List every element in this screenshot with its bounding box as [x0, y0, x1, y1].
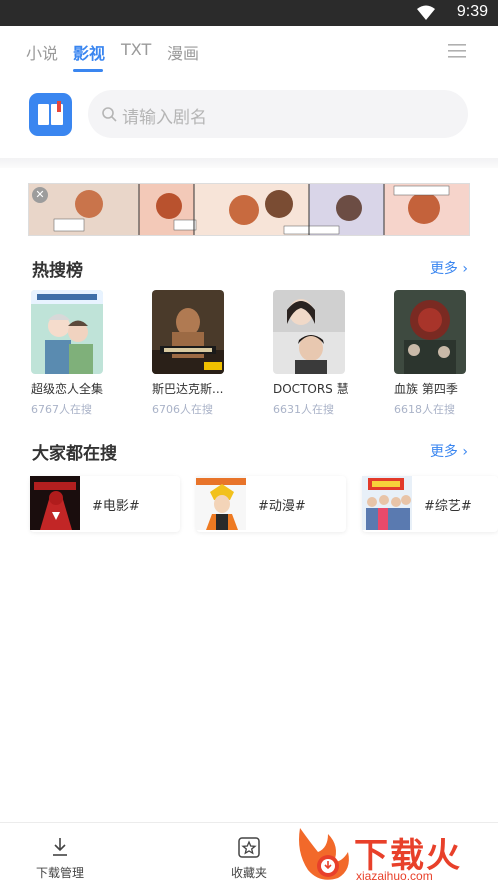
tag-label: #动漫# [258, 499, 306, 514]
banner-comic-image [29, 184, 469, 235]
nav-download-manager[interactable]: 下载管理 [0, 823, 120, 885]
hot-item-title: 斯巴达克斯... [152, 382, 224, 396]
hot-item-cover [152, 290, 224, 374]
hot-item-count: 6706人在搜 [152, 403, 213, 416]
tab-video[interactable]: 影视 [73, 40, 105, 64]
nav-favorites[interactable]: 收藏夹 [189, 823, 309, 885]
tag-label: #综艺# [424, 499, 472, 514]
active-tab-indicator [73, 69, 103, 72]
hot-item-count: 6631人在搜 [273, 403, 334, 416]
hot-item-title: DOCTORS 慧 [273, 382, 349, 396]
status-time: 9:39 [456, 3, 488, 20]
tab-novel[interactable]: 小说 [26, 40, 58, 64]
hot-item-cover [31, 290, 103, 374]
tag-card-variety[interactable]: #综艺# [362, 476, 498, 532]
everyone-searching-title: 大家都在搜 [32, 444, 117, 464]
everyone-searching-more-link[interactable]: 更多 › [430, 441, 468, 461]
tag-thumb [362, 476, 412, 530]
section-divider [0, 158, 498, 168]
tag-thumb [196, 476, 246, 530]
tag-card-anime[interactable]: #动漫# [196, 476, 346, 532]
hot-item-count: 6767人在搜 [31, 403, 92, 416]
tag-card-movie[interactable]: #电影# [30, 476, 180, 532]
nav-download-label: 下载管理 [35, 866, 84, 880]
favorites-star-icon [238, 837, 260, 858]
tab-comics[interactable]: 漫画 [167, 40, 199, 64]
hot-item-cover [273, 290, 345, 374]
download-icon [53, 838, 67, 856]
hamburger-menu-icon[interactable] [448, 44, 466, 58]
wifi-icon [417, 5, 435, 20]
watermark-url: xiazaihuo.com [356, 869, 433, 883]
hot-item-title: 超级恋人全集 [31, 382, 104, 396]
search-icon [102, 107, 117, 122]
app-logo-book-icon [29, 93, 72, 136]
tag-label: #电影# [92, 499, 140, 514]
status-bar: 9:39 [0, 0, 498, 26]
hot-item-title: 血族 第四季 [394, 382, 458, 396]
hot-item-cover [394, 290, 466, 374]
hot-item[interactable]: 血族 第四季 6618人在搜 [394, 290, 498, 417]
flame-logo-icon [299, 828, 349, 880]
tag-thumb [30, 476, 80, 530]
hot-list-more-link[interactable]: 更多 › [430, 258, 468, 278]
banner-close-icon[interactable]: ✕ [32, 187, 48, 203]
hot-item[interactable]: 超级恋人全集 6767人在搜 [31, 290, 141, 417]
search-input[interactable]: 请输入剧名 [88, 90, 468, 138]
hot-list-title: 热搜榜 [32, 261, 83, 281]
nav-favorites-label: 收藏夹 [230, 866, 267, 880]
watermark-logo: 下载火 xiazaihuo.com [294, 822, 498, 885]
hot-item[interactable]: 斯巴达克斯... 6706人在搜 [152, 290, 262, 417]
tab-txt[interactable]: TXT [121, 40, 151, 59]
hot-item[interactable]: DOCTORS 慧 6631人在搜 [273, 290, 383, 417]
comic-banner-ad[interactable]: ✕ [28, 183, 470, 236]
hot-item-count: 6618人在搜 [394, 403, 455, 416]
search-placeholder: 请输入剧名 [122, 108, 207, 128]
